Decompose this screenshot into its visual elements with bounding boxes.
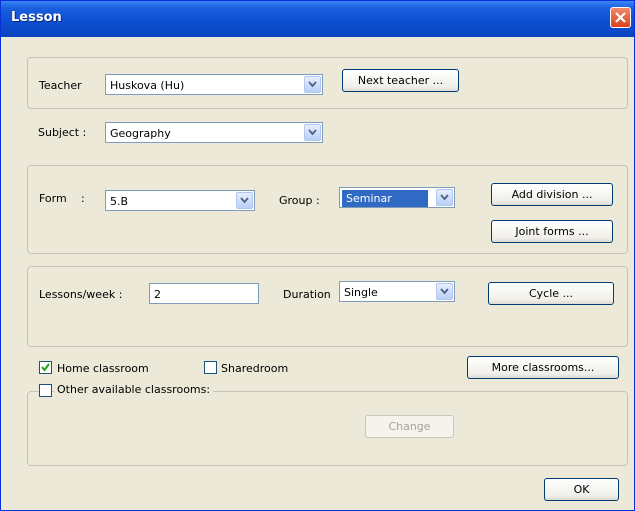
sharedroom-label: Sharedroom bbox=[221, 362, 289, 375]
ok-button[interactable]: OK bbox=[544, 478, 619, 501]
lessons-group bbox=[27, 266, 628, 347]
window-title: Lesson bbox=[11, 10, 62, 25]
form-select[interactable]: 5.B bbox=[105, 190, 255, 211]
other-classrooms-checkbox[interactable] bbox=[39, 384, 52, 397]
home-classroom-checkbox[interactable] bbox=[39, 361, 52, 374]
chevron-down-icon[interactable] bbox=[436, 283, 453, 300]
other-classrooms-label: Other available classrooms: bbox=[54, 383, 214, 396]
subject-select[interactable]: Geography bbox=[105, 122, 323, 143]
chevron-down-icon[interactable] bbox=[304, 76, 321, 93]
duration-value: Single bbox=[344, 286, 378, 299]
group-label: Group : bbox=[279, 194, 320, 207]
form-label: Form bbox=[39, 192, 67, 205]
form-colon: : bbox=[81, 192, 85, 205]
close-icon bbox=[615, 12, 626, 23]
cycle-button[interactable]: Cycle ... bbox=[488, 282, 614, 305]
teacher-label: Teacher bbox=[39, 79, 82, 92]
lessons-week-input[interactable]: 2 bbox=[149, 283, 259, 304]
lessons-week-value: 2 bbox=[154, 288, 161, 301]
chevron-down-icon[interactable] bbox=[304, 124, 321, 141]
other-classrooms-group bbox=[27, 391, 628, 466]
teacher-select[interactable]: Huskova (Hu) bbox=[105, 74, 323, 95]
group-value: Seminar bbox=[342, 190, 428, 207]
add-division-button[interactable]: Add division ... bbox=[491, 183, 613, 206]
joint-forms-button[interactable]: Joint forms ... bbox=[491, 220, 613, 243]
close-button[interactable] bbox=[610, 7, 631, 28]
subject-label: Subject : bbox=[38, 126, 87, 139]
teacher-value: Huskova (Hu) bbox=[110, 79, 185, 92]
sharedroom-checkbox[interactable] bbox=[204, 361, 217, 374]
chevron-down-icon[interactable] bbox=[436, 189, 453, 206]
form-value: 5.B bbox=[110, 195, 129, 208]
more-classrooms-button[interactable]: More classrooms... bbox=[467, 356, 619, 379]
duration-select[interactable]: Single bbox=[339, 281, 455, 302]
chevron-down-icon[interactable] bbox=[236, 192, 253, 209]
checkmark-icon bbox=[41, 363, 50, 372]
change-button: Change bbox=[365, 415, 454, 438]
lesson-dialog: Lesson Teacher Huskova (Hu) Next teacher… bbox=[0, 0, 635, 511]
home-classroom-label: Home classroom bbox=[57, 362, 149, 375]
duration-label: Duration bbox=[283, 288, 331, 301]
lessons-week-label: Lessons/week : bbox=[39, 288, 123, 301]
next-teacher-button[interactable]: Next teacher ... bbox=[342, 69, 459, 92]
title-bar[interactable]: Lesson bbox=[1, 1, 634, 37]
group-select[interactable]: Seminar bbox=[339, 187, 455, 208]
subject-value: Geography bbox=[110, 127, 171, 140]
